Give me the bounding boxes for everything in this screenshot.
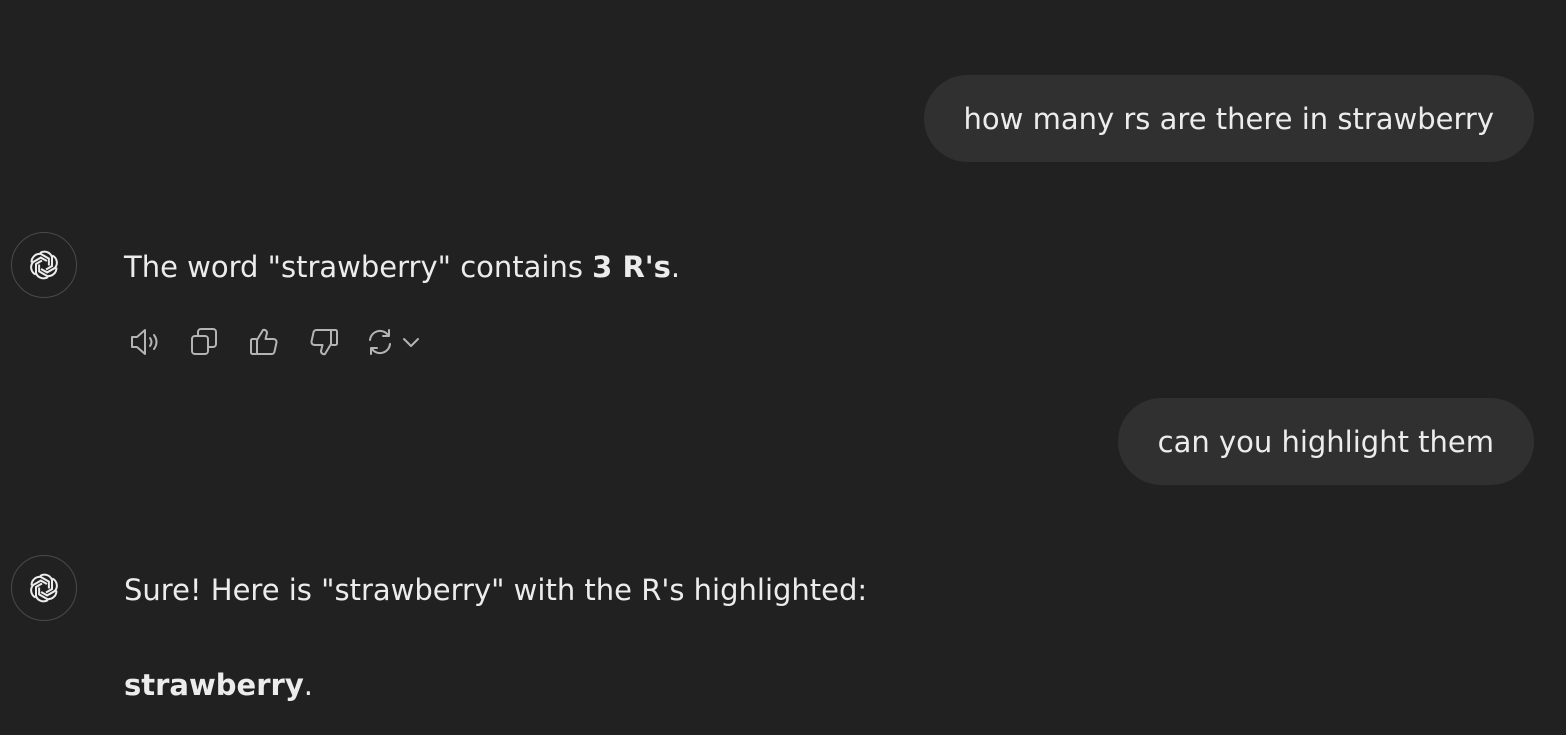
copy-button[interactable]: [184, 322, 224, 362]
thumbs-up-button[interactable]: [244, 322, 284, 362]
regenerate-icon: [369, 329, 391, 355]
openai-logo-icon: [30, 250, 58, 280]
assistant-text-bold: 3 R's: [592, 250, 671, 284]
assistant-avatar: [11, 555, 77, 621]
thumbs-down-icon: [310, 329, 338, 356]
thumbs-up-icon: [250, 328, 278, 355]
assistant-message-text: Sure! Here is "strawberry" with the R's …: [124, 573, 868, 607]
read-aloud-icon: [131, 329, 158, 355]
chevron-down-icon: [403, 338, 419, 347]
user-message-bubble: can you highlight them: [1117, 398, 1534, 485]
assistant-text-part: .: [670, 250, 681, 284]
assistant-text-part: .: [303, 668, 313, 702]
assistant-text-part: The word "strawberry" contains: [124, 250, 593, 284]
assistant-message-text: The word "strawberry" contains 3 R's.: [124, 250, 680, 285]
highlighted-word: strawberry: [124, 668, 304, 702]
openai-logo-icon: [30, 573, 58, 603]
assistant-message-highlight: strawberry.: [124, 668, 313, 703]
user-message-text: can you highlight them: [1157, 424, 1494, 459]
message-actions-bar: [124, 322, 428, 362]
copy-icon: [191, 328, 217, 355]
user-message-text: how many rs are there in strawberry: [963, 101, 1494, 136]
read-aloud-button[interactable]: [124, 322, 164, 362]
assistant-avatar: [11, 232, 77, 298]
regenerate-button[interactable]: [364, 322, 428, 362]
user-message-bubble: how many rs are there in strawberry: [923, 75, 1534, 162]
thumbs-down-button[interactable]: [304, 322, 344, 362]
